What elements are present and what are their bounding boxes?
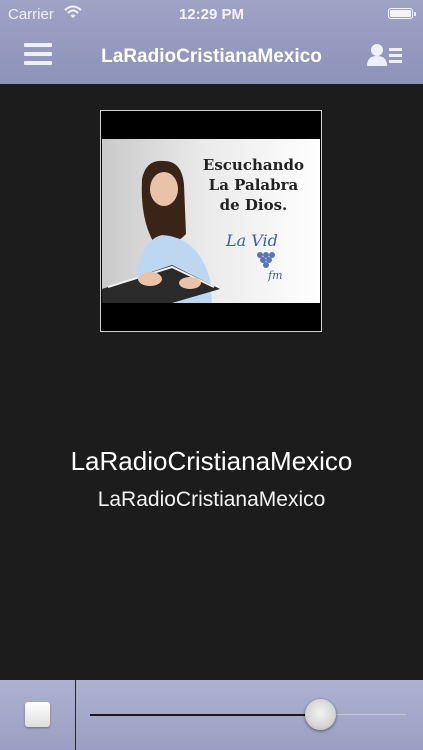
status-time: 12:29 PM [178,6,245,23]
artwork-image: Escuchando La Palabra de Dios. La Vid fm [102,139,320,303]
navigation-bar: LaRadioCristianaMexico [0,28,423,84]
controls-divider [75,680,76,750]
contact-card-icon [367,44,402,66]
station-name: LaRadioCristianaMexico [70,446,353,476]
volume-track-filled [90,714,321,716]
player-controls [0,680,423,750]
station-subtitle: LaRadioCristianaMexico [97,488,326,511]
la-vid-fm-logo: La Vid fm [226,231,283,282]
status-bar: Carrier 12:29 PM [0,0,423,28]
contact-button[interactable] [367,42,403,70]
artwork-caption: Escuchando La Palabra de Dios. [202,156,304,214]
top-bar: Carrier 12:29 PM LaRadioCristianaMexico [0,0,423,84]
album-artwork: Escuchando La Palabra de Dios. La Vid fm [100,110,322,332]
stop-button[interactable] [25,702,50,727]
nav-title: LaRadioCristianaMexico [101,46,322,67]
volume-slider-thumb[interactable] [305,699,337,730]
battery-icon [388,8,416,19]
